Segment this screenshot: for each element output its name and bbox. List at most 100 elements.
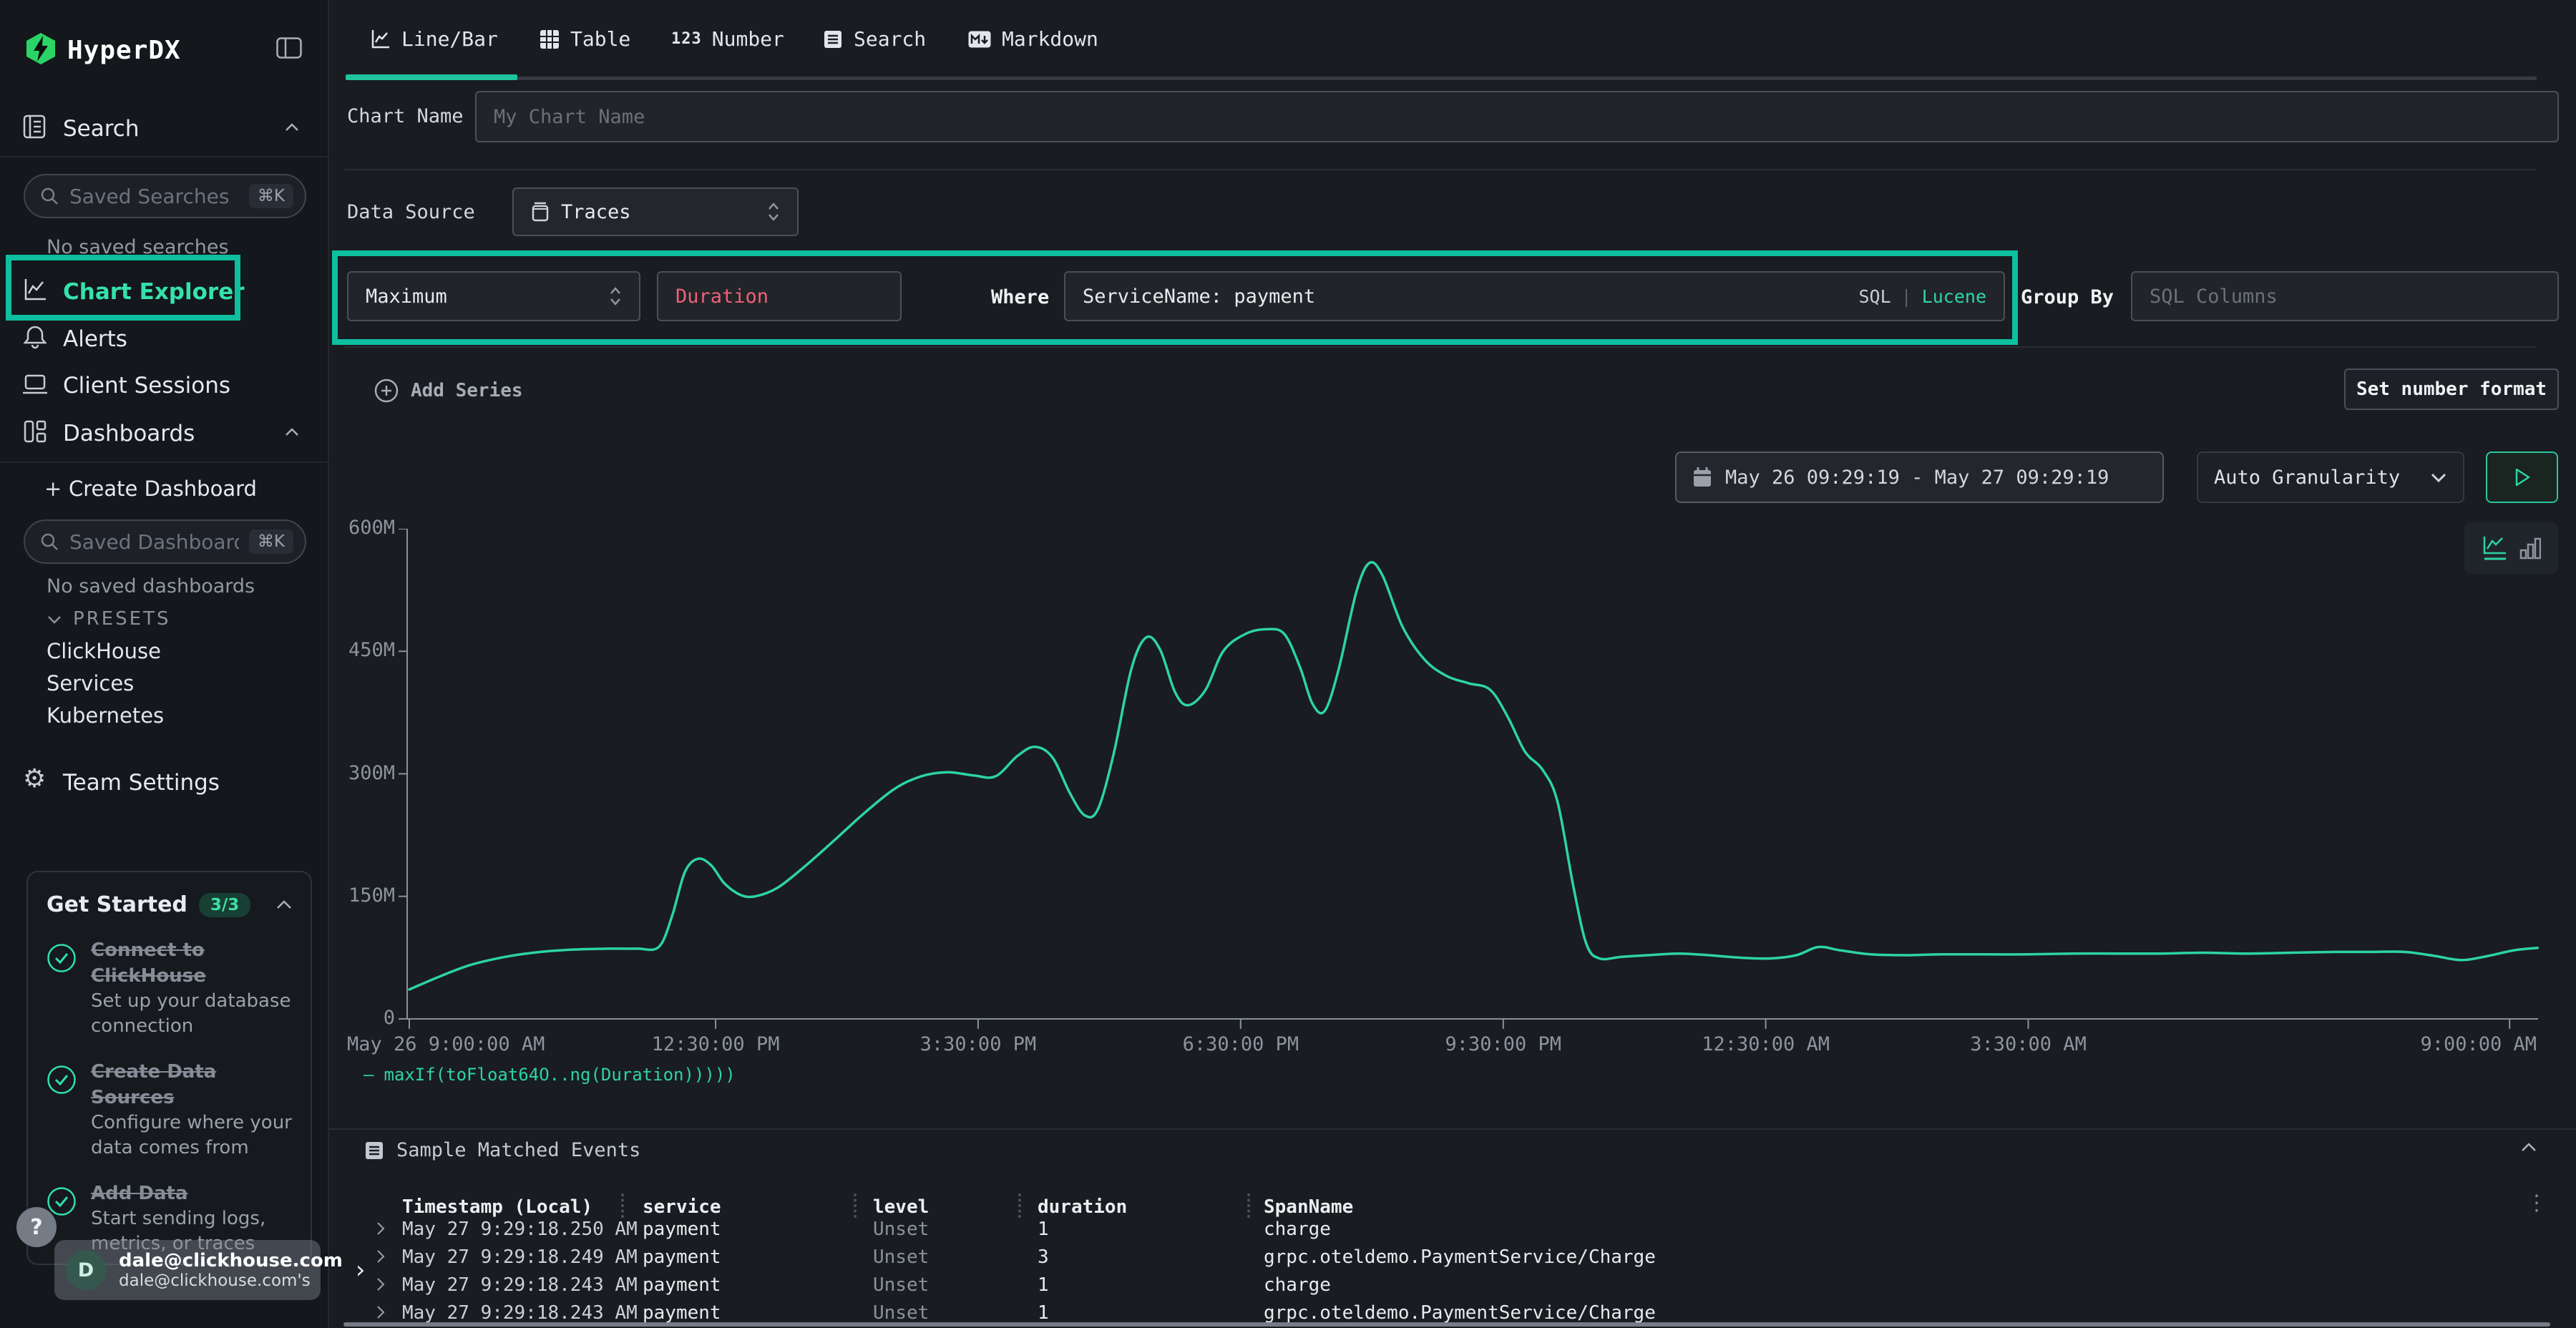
tab-markdown[interactable]: Markdown [967,27,1098,51]
chevron-up-icon[interactable] [2520,1142,2537,1152]
get-started-item-subtitle: Configure where your data comes from [91,1110,292,1161]
cell-duration[interactable]: 3 [1038,1246,1049,1268]
x-axis-tick: 9:00:00 AM [2420,1033,2537,1055]
where-label: Where [991,286,1049,308]
gear-icon: ⚙ [23,764,46,794]
calendar-icon [1692,467,1712,488]
tab-line-bar[interactable]: Line/Bar [370,27,498,51]
saved-dashboards-field[interactable] [69,530,239,554]
presets-header[interactable]: PRESETS [73,608,171,630]
column-header-duration[interactable]: duration [1038,1196,1127,1218]
data-source-select[interactable]: Traces [512,187,799,236]
add-series-button[interactable]: Add Series [374,378,523,404]
cell-spanname[interactable]: grpc.oteldemo.PaymentService/Charge [1264,1302,1656,1324]
sidebar-item-search[interactable]: Search [63,116,140,142]
cell-spanname[interactable]: charge [1264,1219,1331,1240]
saved-dashboards-input[interactable]: ⌘K [24,519,306,564]
create-dashboard-button[interactable]: Create Dashboard [69,477,257,501]
column-header-spanname[interactable]: SpanName [1264,1196,1353,1218]
get-started-item-subtitle: Set up your database connection [91,989,292,1039]
series-line [409,562,2537,990]
cell-timestamp[interactable]: May 27 9:29:18.243 AM [402,1274,638,1296]
cell-level[interactable]: Unset [873,1246,929,1268]
sidebar-item-client-sessions[interactable]: Client Sessions [63,373,230,399]
collapse-sidebar-icon[interactable] [276,37,302,59]
saved-searches-input[interactable]: ⌘K [24,174,306,218]
chart-name-input[interactable] [475,91,2559,142]
cell-spanname[interactable]: charge [1264,1274,1331,1296]
get-started-item-data-sources[interactable]: Create Data Sources Configure where your… [47,1059,292,1161]
tab-table[interactable]: Table [539,27,630,51]
chart-name-field[interactable] [494,106,2540,128]
data-source-label: Data Source [347,201,475,223]
get-started-item-connect[interactable]: Connect to ClickHouse Set up your databa… [47,937,292,1039]
set-number-format-button[interactable]: Set number format [2344,368,2559,410]
set-number-format-label: Set number format [2356,379,2547,400]
cell-service[interactable]: payment [643,1219,721,1240]
cell-service[interactable]: payment [643,1274,721,1296]
table-options-kebab-icon[interactable]: ⋮ [2526,1191,2547,1216]
cell-duration[interactable]: 1 [1038,1219,1049,1240]
field-select[interactable]: Duration [657,271,902,321]
cell-timestamp[interactable]: May 27 9:29:18.249 AM [402,1246,638,1268]
data-source-value: Traces [561,201,631,223]
tab-search[interactable]: Search [822,27,926,51]
column-header-service[interactable]: service [643,1196,721,1218]
sidebar-item-chart-explorer[interactable]: Chart Explorer [63,279,245,305]
column-separator[interactable] [854,1193,857,1218]
chevron-down-icon[interactable] [47,615,62,624]
chevron-up-icon[interactable] [285,123,299,132]
group-by-input[interactable] [2131,271,2559,321]
help-button[interactable]: ? [16,1207,57,1247]
sql-mode-toggle[interactable]: SQL [1858,286,1890,307]
sample-events-header[interactable]: Sample Matched Events [364,1139,640,1161]
y-axis-tick: 0 [329,1007,395,1029]
bell-icon [23,325,47,351]
chevron-up-icon[interactable] [285,428,299,436]
cell-service[interactable]: payment [643,1302,721,1324]
preset-clickhouse[interactable]: ClickHouse [47,639,161,663]
date-range-picker[interactable]: May 26 09:29:19 - May 27 09:29:19 [1675,451,2164,503]
cell-level[interactable]: Unset [873,1302,929,1324]
get-started-item-title: Add Data [91,1181,292,1206]
sidebar-item-team-settings[interactable]: Team Settings [63,770,220,796]
column-separator[interactable] [1018,1193,1021,1218]
x-axis-tick: 3:30:00 PM [920,1033,1037,1055]
tab-label: Table [570,27,630,51]
preset-services[interactable]: Services [47,671,134,695]
saved-searches-field[interactable] [69,185,239,208]
where-query-input[interactable]: ServiceName: payment SQL | Lucene [1064,271,2005,321]
chevron-up-icon[interactable] [276,900,292,909]
tab-number[interactable]: 123 Number [671,27,784,51]
cell-level[interactable]: Unset [873,1274,929,1296]
run-query-button[interactable] [2486,451,2558,503]
cell-spanname[interactable]: grpc.oteldemo.PaymentService/Charge [1264,1246,1656,1268]
group-by-field[interactable] [2150,285,2540,308]
sidebar-item-alerts[interactable]: Alerts [63,326,127,352]
granularity-select[interactable]: Auto Granularity [2197,451,2464,503]
row-expander-icon[interactable] [375,1248,386,1265]
row-expander-icon[interactable] [375,1304,386,1321]
column-header-level[interactable]: level [873,1196,929,1218]
aggregation-select[interactable]: Maximum [347,271,640,321]
preset-kubernetes[interactable]: Kubernetes [47,703,164,728]
row-expander-icon[interactable] [375,1220,386,1237]
chart-legend[interactable]: — maxIf(toFloat64O..ng(Duration))))) [364,1065,736,1085]
cell-level[interactable]: Unset [873,1219,929,1240]
timeseries-chart[interactable] [397,529,2548,1031]
column-separator[interactable] [621,1193,624,1218]
lucene-mode-toggle[interactable]: Lucene [1922,286,1986,307]
cell-timestamp[interactable]: May 27 9:29:18.250 AM [402,1219,638,1240]
cell-duration[interactable]: 1 [1038,1274,1049,1296]
sidebar-item-dashboards[interactable]: Dashboards [63,421,195,446]
row-expander-icon[interactable] [375,1276,386,1293]
column-separator[interactable] [1247,1193,1250,1218]
cell-duration[interactable]: 1 [1038,1302,1049,1324]
horizontal-scrollbar[interactable] [343,1322,2550,1327]
granularity-value: Auto Granularity [2214,467,2400,489]
y-axis-tick: 300M [329,762,395,784]
column-header-timestamp[interactable]: Timestamp (Local) [402,1196,592,1218]
cell-service[interactable]: payment [643,1246,721,1268]
user-menu[interactable]: D dale@clickhouse.com dale@clickhouse.co… [54,1240,321,1300]
cell-timestamp[interactable]: May 27 9:29:18.243 AM [402,1302,638,1324]
